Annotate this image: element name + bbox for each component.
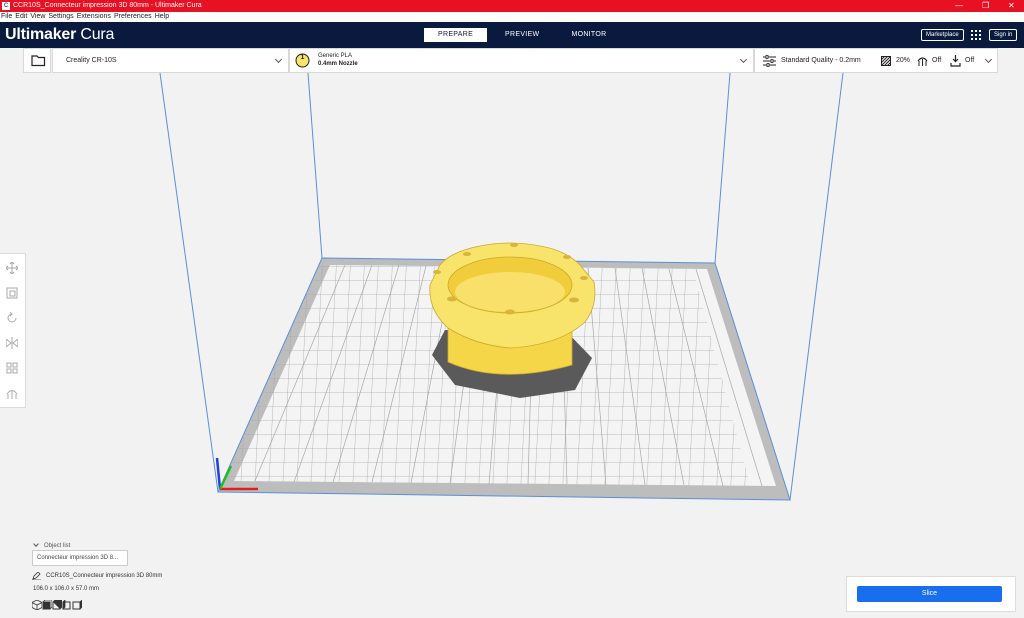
support-blocker-icon[interactable] (6, 387, 18, 399)
camera-view-buttons (32, 600, 82, 610)
brand-logo: Ultimaker Cura (5, 26, 115, 43)
sliders-icon (763, 55, 776, 67)
print-settings-selector[interactable]: Standard Quality - 0.2mm 20% Off Off (754, 48, 998, 73)
printer-name: Creality CR-10S (66, 57, 117, 64)
quality-profile: Standard Quality - 0.2mm (781, 57, 861, 64)
tab-monitor[interactable]: MONITOR (557, 28, 620, 42)
menu-view[interactable]: View (30, 12, 45, 22)
app-header: Ultimaker Cura PREPARE PREVIEW MONITOR M… (0, 22, 1024, 48)
menu-edit[interactable]: Edit (15, 12, 27, 22)
object-list-toggle[interactable]: Object list (33, 541, 71, 549)
top-view-icon[interactable] (52, 600, 62, 610)
printer-selector[interactable]: Creality CR-10S (52, 48, 289, 73)
scale-tool-icon[interactable] (6, 287, 18, 299)
pencil-icon[interactable] (32, 572, 41, 580)
transform-tools-panel (0, 253, 26, 408)
tab-preview[interactable]: PREVIEW (491, 28, 553, 42)
left-view-icon[interactable] (62, 600, 72, 610)
rotate-tool-icon[interactable] (6, 312, 18, 324)
chevron-down-icon (984, 55, 993, 64)
cura-app-icon: C (2, 2, 10, 10)
object-dimensions: 106.0 x 106.0 x 57.0 mm (33, 586, 100, 592)
menu-settings[interactable]: Settings (48, 12, 73, 22)
material-selector[interactable]: 1 Generic PLA 0.4mm Nozzle (289, 48, 754, 73)
stage-tabs: PREPARE PREVIEW MONITOR (424, 28, 624, 42)
object-list-item[interactable]: Connecteur impression 3D 8... (32, 550, 128, 566)
folder-icon (31, 55, 46, 67)
3d-view-icon[interactable] (32, 600, 42, 610)
marketplace-button[interactable]: Marketplace (921, 29, 964, 41)
per-model-settings-icon[interactable] (6, 362, 18, 374)
infill-value: 20% (896, 57, 911, 64)
material-name: Generic PLA (318, 53, 353, 59)
action-panel: Slice (846, 576, 1016, 612)
minimize-button[interactable]: — (955, 0, 963, 12)
menu-help[interactable]: Help (155, 12, 169, 22)
menu-bar: File Edit View Settings Extensions Prefe… (0, 12, 1024, 22)
slice-button[interactable]: Slice (857, 586, 1002, 602)
model-connector (429, 242, 596, 375)
object-list-title: Object list (44, 543, 71, 549)
menu-preferences[interactable]: Preferences (114, 12, 152, 22)
window-titlebar: C CCR10S_Connecteur impression 3D 80mm -… (0, 0, 1024, 12)
menu-extensions[interactable]: Extensions (77, 12, 111, 22)
chevron-down-icon (739, 55, 748, 64)
adhesion-icon (950, 55, 961, 67)
adhesion-value: Off (965, 57, 975, 64)
maximize-button[interactable]: ❐ (982, 0, 989, 12)
front-view-icon[interactable] (42, 600, 52, 610)
sign-in-button[interactable]: Sign in (989, 29, 1018, 41)
menu-file[interactable]: File (1, 12, 12, 22)
move-tool-icon[interactable] (6, 262, 18, 274)
open-file-button[interactable] (23, 48, 51, 73)
chevron-down-icon (274, 55, 283, 64)
window-title: CCR10S_Connecteur impression 3D 80mm - U… (13, 2, 202, 9)
infill-icon (881, 56, 891, 66)
nozzle-size: 0.4mm Nozzle (318, 61, 358, 67)
tab-prepare[interactable]: PREPARE (424, 28, 488, 42)
build-volume-viewport[interactable] (0, 72, 1024, 618)
support-value: Off (932, 57, 942, 64)
chevron-down-icon (33, 541, 39, 547)
right-view-icon[interactable] (72, 600, 82, 610)
extruder-number: 1 (300, 54, 305, 61)
close-button[interactable]: ✕ (1008, 0, 1015, 12)
object-name: CCR10S_Connecteur impression 3D 80mm (46, 573, 163, 579)
apps-grid-icon[interactable] (971, 30, 981, 40)
support-icon (917, 57, 928, 66)
mirror-tool-icon[interactable] (6, 337, 18, 349)
build-volume-scene (159, 72, 844, 501)
